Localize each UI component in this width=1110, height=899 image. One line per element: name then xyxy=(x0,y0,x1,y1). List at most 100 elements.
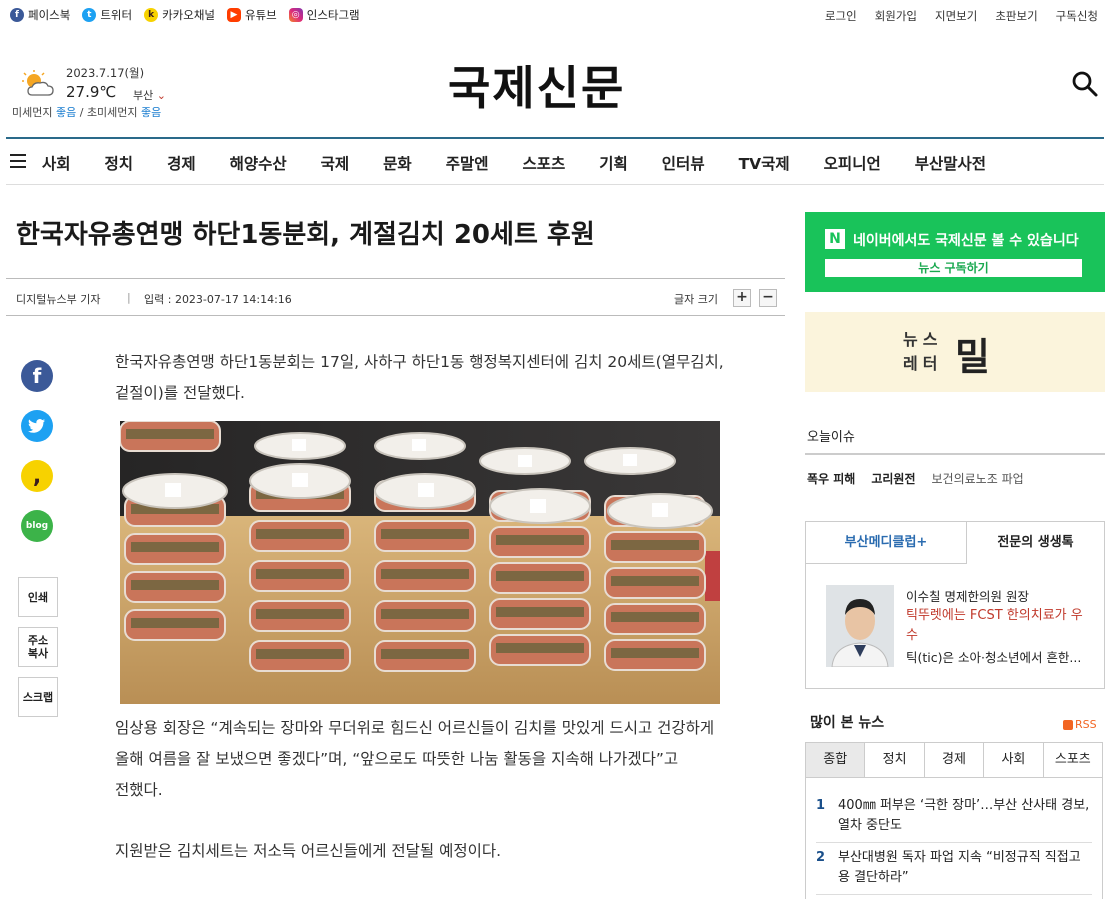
naver-banner-text: 네이버에서도 국제신문 볼 수 있습니다 xyxy=(853,233,1079,249)
tab-expert-talk[interactable]: 전문의 생생톡 xyxy=(967,522,1104,564)
paper-view-link[interactable]: 지면보기 xyxy=(935,8,977,24)
nav-item-international[interactable]: 국제 xyxy=(321,152,350,174)
social-kakao[interactable]: k 카카오채널 xyxy=(144,7,215,23)
chevron-down-icon: ⌄ xyxy=(156,89,166,102)
today-issue-list: 폭우 피해 고리원전 보건의료노조 파업 xyxy=(807,470,1024,487)
list-item[interactable]: 2 부산대병원 독자 파업 지속 “비정규직 직접고용 결단하라” xyxy=(816,848,1091,888)
social-links: f 페이스북 t 트위터 k 카카오채널 ▶ 유튜브 ◎ 인스타그램 xyxy=(10,7,360,23)
instagram-icon: ◎ xyxy=(288,8,303,22)
news-headline: 400㎜ 퍼부은 ‘극한 장마’…부산 산사태 경보, 열차 중단도 xyxy=(838,798,1090,833)
list-item[interactable]: 1 400㎜ 퍼부은 ‘극한 장마’…부산 산사태 경보, 열차 중단도 xyxy=(816,796,1091,836)
weather-temperature: 27.9℃ xyxy=(66,83,117,101)
rss-link[interactable]: RSS xyxy=(1063,718,1097,731)
today-issue-title: 오늘이슈 xyxy=(807,430,855,445)
nav-item-politics[interactable]: 정치 xyxy=(105,152,134,174)
most-viewed-list: 1 400㎜ 퍼부은 ‘극한 장마’…부산 산사태 경보, 열차 중단도 2 부… xyxy=(805,778,1103,899)
share-blog-button[interactable]: blog xyxy=(21,510,53,542)
nav-item-weekend[interactable]: 주말엔 xyxy=(446,152,489,174)
font-size-label: 글자 크기 xyxy=(674,293,718,306)
kakao-icon: k xyxy=(144,8,159,22)
medical-article-summary[interactable]: 틱(tic)은 소아·청소년에서 흔한... xyxy=(906,647,1091,666)
nav-item-culture[interactable]: 문화 xyxy=(383,152,412,174)
first-edition-link[interactable]: 초판보기 xyxy=(995,8,1037,24)
article-paragraph-2: 임상용 회장은 “계속되는 장마와 무더위로 힘드신 어르신들이 김치를 맛있게… xyxy=(115,719,715,799)
twitter-icon: t xyxy=(82,8,97,22)
social-youtube[interactable]: ▶ 유튜브 xyxy=(226,7,277,23)
nav-item-marine[interactable]: 해양수산 xyxy=(230,152,287,174)
divider xyxy=(805,453,1105,455)
nav-item-opinion[interactable]: 오피니언 xyxy=(824,152,881,174)
news-headline: 부산대병원 독자 파업 지속 “비정규직 직접고용 결단하라” xyxy=(838,850,1081,885)
nav-item-interview[interactable]: 인터뷰 xyxy=(662,152,705,174)
youtube-icon: ▶ xyxy=(226,8,241,22)
newsletter-label: 뉴스 레터 xyxy=(903,330,943,373)
most-viewed-tabs: 종합 정치 경제 사회 스포츠 xyxy=(805,742,1103,778)
nav-item-busan-dictionary[interactable]: 부산말사전 xyxy=(915,152,986,174)
doctor-name: 이수칠 명제한의원 원장 xyxy=(906,589,1029,604)
tab-overall[interactable]: 종합 xyxy=(806,743,866,777)
dust-status: 미세먼지 좋음 / 초미세먼지 좋음 xyxy=(12,106,162,119)
tab-sports[interactable]: 스포츠 xyxy=(1043,743,1103,777)
nav-item-feature[interactable]: 기획 xyxy=(599,152,628,174)
weather-date: 2023.7.17(월) xyxy=(66,66,145,80)
medical-article-title[interactable]: 틱뚜렛에는 FCST 한의치료가 우수 xyxy=(906,606,1091,646)
top-bar: f 페이스북 t 트위터 k 카카오채널 ▶ 유튜브 ◎ 인스타그램 로그인 회원가입 지… xyxy=(0,0,1110,32)
login-link[interactable]: 로그인 xyxy=(825,8,857,24)
social-twitter[interactable]: t 트위터 xyxy=(82,7,132,23)
kimchi-containers-image xyxy=(120,421,720,704)
most-viewed-title: 많이 본 뉴스 xyxy=(810,715,885,731)
tab-politics[interactable]: 정치 xyxy=(865,743,925,777)
search-icon[interactable] xyxy=(1071,70,1099,98)
site-logo[interactable]: 국제신문 xyxy=(448,52,625,118)
font-increase-button[interactable]: + xyxy=(733,289,751,307)
facebook-icon: f xyxy=(10,8,24,22)
article-author: 디지털뉴스부 기자 xyxy=(16,293,101,306)
article-photo xyxy=(120,421,720,704)
twitter-icon xyxy=(21,410,53,442)
social-instagram[interactable]: ◎ 인스타그램 xyxy=(288,7,360,23)
share-kakao-button[interactable]: , xyxy=(21,460,53,492)
article-paragraph-3: 지원받은 김치세트는 저소득 어르신들에게 전달될 예정이다. xyxy=(115,842,502,860)
naver-logo-icon: N xyxy=(825,229,845,249)
issue-link[interactable]: 고리원전 xyxy=(871,470,915,487)
signup-link[interactable]: 회원가입 xyxy=(875,8,917,24)
issue-link[interactable]: 폭우 피해 xyxy=(807,470,855,487)
share-twitter-button[interactable] xyxy=(21,410,53,442)
issue-link[interactable]: 보건의료노조 파업 xyxy=(932,470,1024,487)
newsletter-logo: 밀 xyxy=(955,335,990,379)
kakaostory-icon: , xyxy=(21,460,53,492)
divider: | xyxy=(127,291,131,304)
article-paragraph-1: 한국자유총연맹 하단1동분회는 17일, 사하구 하단1동 행정복지센터에 김치… xyxy=(115,353,724,402)
print-button[interactable]: 인쇄 xyxy=(18,577,58,617)
nav-list: 사회 정치 경제 해양수산 국제 문화 주말엔 스포츠 기획 인터뷰 TV국제 … xyxy=(42,152,1020,174)
partly-cloudy-icon xyxy=(22,70,54,96)
scrap-button[interactable]: 스크랩 xyxy=(18,677,58,717)
nav-item-society[interactable]: 사회 xyxy=(42,152,71,174)
article-info-bar: 디지털뉴스부 기자 | 입력 : 2023-07-17 14:14:16 글자 … xyxy=(6,278,785,316)
doctor-photo[interactable] xyxy=(826,585,894,667)
facebook-icon: f xyxy=(21,360,53,392)
tab-society[interactable]: 사회 xyxy=(984,743,1044,777)
tab-busan-mediclub[interactable]: 부산메디클럽+ xyxy=(806,522,967,564)
medical-widget: 부산메디클럽+ 전문의 생생톡 이수칠 명제한의원 원장 틱뚜렛에는 FCST … xyxy=(805,521,1105,689)
nav-item-sports[interactable]: 스포츠 xyxy=(522,152,565,174)
tab-economy[interactable]: 경제 xyxy=(924,743,985,777)
top-links: 로그인 회원가입 지면보기 초판보기 구독신청 xyxy=(825,8,1098,24)
font-decrease-button[interactable]: − xyxy=(759,289,777,307)
share-facebook-button[interactable]: f xyxy=(21,360,53,392)
subscribe-link[interactable]: 구독신청 xyxy=(1056,8,1098,24)
rank-number: 1 xyxy=(816,798,826,813)
naver-subscribe-button[interactable]: 뉴스 구독하기 xyxy=(825,259,1082,277)
article-title: 한국자유총연맹 하단1동분회, 계절김치 20세트 후원 xyxy=(16,220,595,250)
hamburger-menu-icon[interactable] xyxy=(10,154,26,168)
nav-item-tv[interactable]: TV국제 xyxy=(739,152,790,174)
nav-item-economy[interactable]: 경제 xyxy=(167,152,196,174)
copy-url-button[interactable]: 주소복사 xyxy=(18,627,58,667)
blog-icon: blog xyxy=(21,510,53,542)
newsletter-banner[interactable]: 뉴스 레터 밀 xyxy=(805,312,1105,392)
rank-number: 2 xyxy=(816,850,826,865)
social-facebook[interactable]: f 페이스북 xyxy=(10,7,70,23)
main-navigation: 사회 정치 경제 해양수산 국제 문화 주말엔 스포츠 기획 인터뷰 TV국제 … xyxy=(6,137,1104,185)
weather-city-select[interactable]: 부산 ⌄ xyxy=(133,87,166,103)
naver-subscribe-banner[interactable]: N 네이버에서도 국제신문 볼 수 있습니다 뉴스 구독하기 xyxy=(805,212,1105,292)
